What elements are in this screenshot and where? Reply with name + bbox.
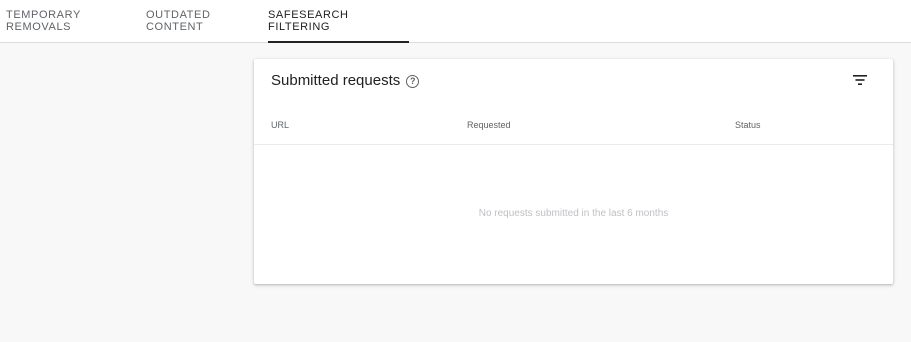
column-header-requested[interactable]: Requested [467, 120, 511, 130]
empty-state-message: No requests submitted in the last 6 mont… [478, 208, 669, 219]
tab-temporary-removals[interactable]: TEMPORARY REMOVALS [6, 0, 144, 42]
help-icon[interactable]: ? [406, 74, 420, 88]
tab-bar: TEMPORARY REMOVALS OUTDATED CONTENT SAFE… [0, 0, 911, 43]
card-header: Submitted requests ? [271, 72, 420, 89]
submitted-requests-card: Submitted requests ? URL Requested Statu… [254, 59, 893, 284]
filter-icon[interactable] [852, 73, 868, 87]
card-title: Submitted requests [271, 72, 401, 89]
tab-safesearch-filtering[interactable]: SAFESEARCH FILTERING [268, 0, 409, 43]
table-header: URL Requested Status [254, 109, 893, 145]
column-header-url[interactable]: URL [271, 120, 289, 130]
tab-outdated-content[interactable]: OUTDATED CONTENT [146, 0, 266, 42]
column-header-status[interactable]: Status [735, 120, 761, 130]
